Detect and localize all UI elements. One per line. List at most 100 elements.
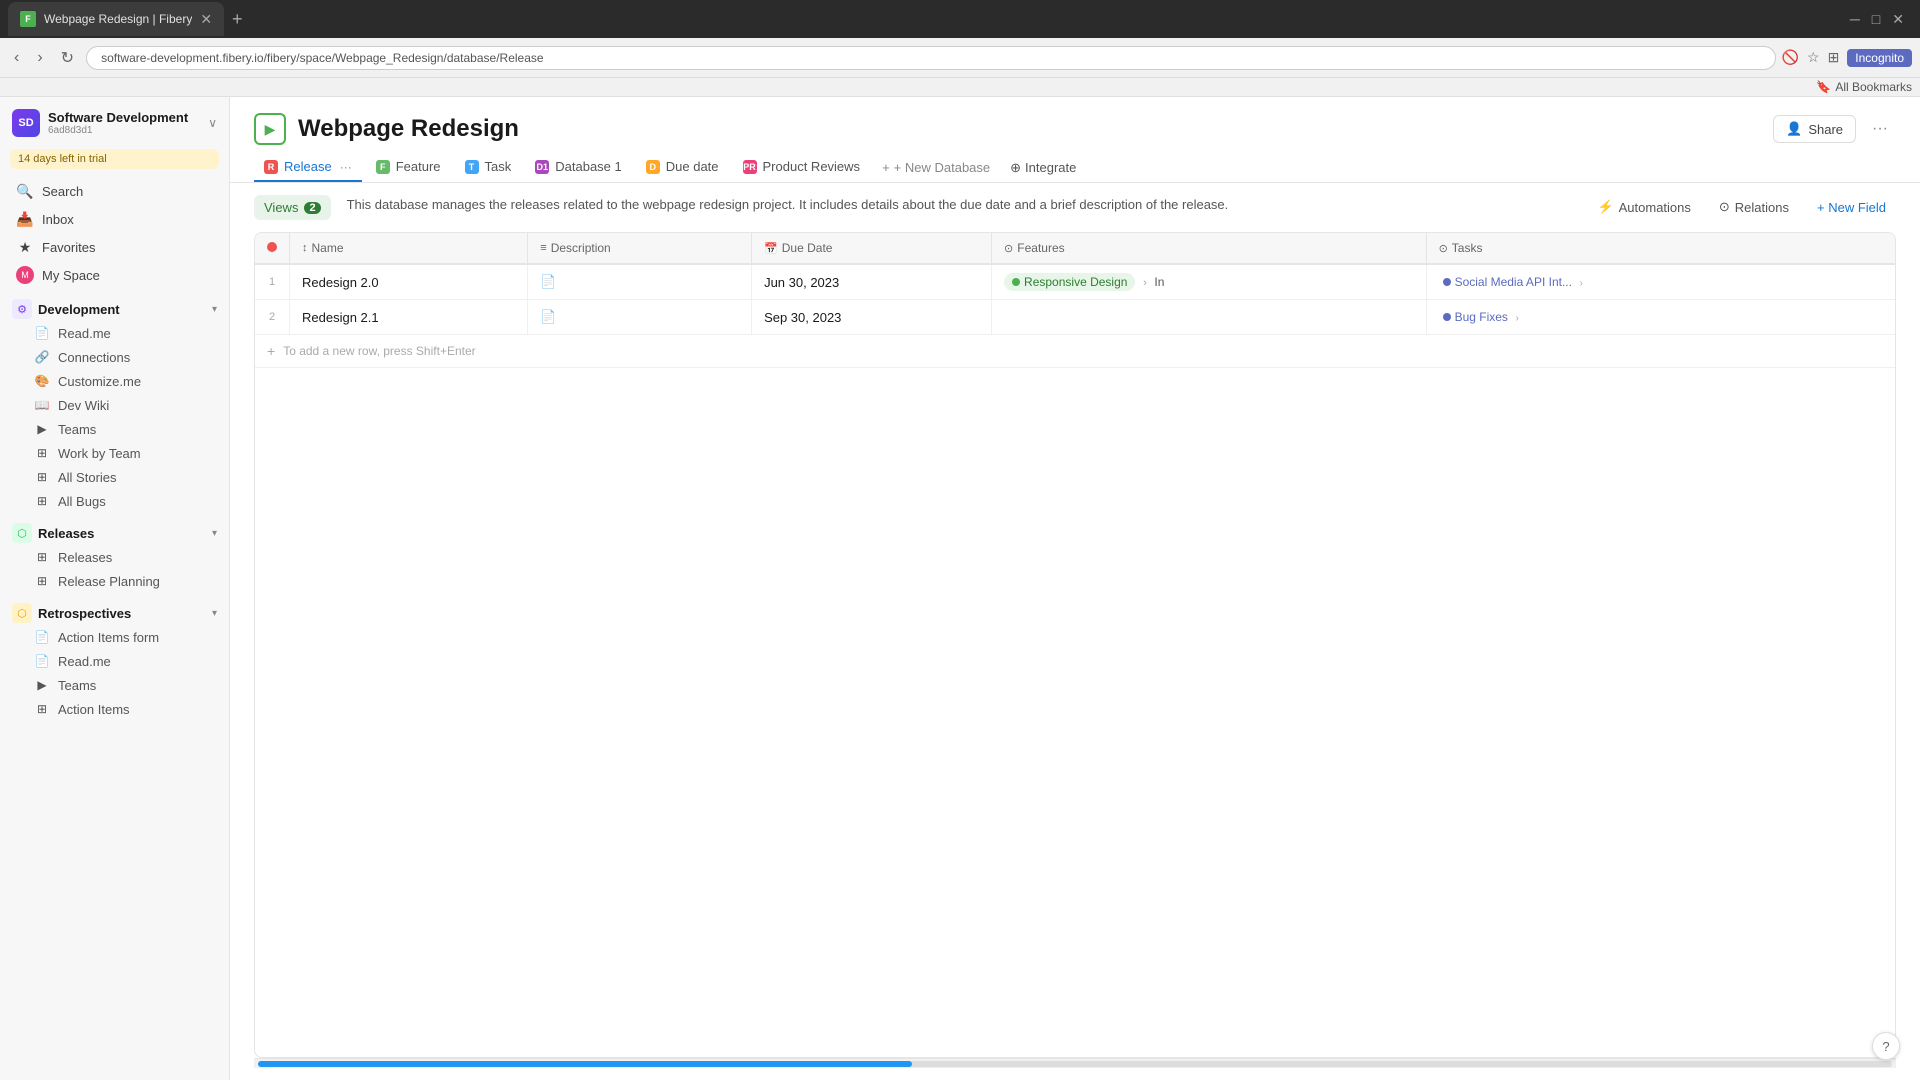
sidebar-item-readme-dev[interactable]: 📄 Read.me bbox=[4, 321, 225, 345]
views-count-badge: 2 bbox=[304, 202, 320, 214]
camera-off-icon[interactable]: 🚫 bbox=[1782, 49, 1799, 66]
tab-database1[interactable]: D1 Database 1 bbox=[525, 153, 632, 182]
row-1-name[interactable]: Redesign 2.0 bbox=[290, 264, 528, 300]
sidebar-item-my-space[interactable]: M My Space bbox=[4, 261, 225, 289]
help-button[interactable]: ? bbox=[1872, 1032, 1900, 1060]
share-icon: 👤 bbox=[1786, 121, 1802, 137]
row-2-tasks[interactable]: Bug Fixes › bbox=[1426, 300, 1895, 335]
task-dot-2 bbox=[1443, 313, 1451, 321]
new-database-button[interactable]: + + New Database bbox=[874, 154, 998, 181]
sidebar-item-work-by-team[interactable]: ⊞ Work by Team bbox=[4, 441, 225, 465]
tab-task[interactable]: T Task bbox=[455, 153, 522, 182]
sidebar-item-connections[interactable]: 🔗 Connections bbox=[4, 345, 225, 369]
close-tab-icon[interactable]: ✕ bbox=[200, 11, 212, 28]
reload-button[interactable]: ↻ bbox=[55, 44, 80, 72]
row-2-num: 2 bbox=[255, 300, 290, 335]
add-row-hint-row[interactable]: + To add a new row, press Shift+Enter bbox=[255, 335, 1895, 368]
workspace-header[interactable]: SD Software Development 6ad8d3d1 ∨ bbox=[0, 97, 229, 145]
db-description: This database manages the releases relat… bbox=[347, 195, 1572, 215]
sidebar-item-teams-retro[interactable]: ▶ Teams bbox=[4, 673, 225, 697]
row-1-features[interactable]: Responsive Design › In bbox=[992, 264, 1427, 300]
workspace-info: Software Development 6ad8d3d1 bbox=[48, 110, 200, 136]
sidebar-item-readme-retro[interactable]: 📄 Read.me bbox=[4, 649, 225, 673]
development-section-icon: ⚙ bbox=[12, 299, 32, 319]
browser-tabs: F Webpage Redesign | Fibery ✕ + ─ □ ✕ bbox=[0, 0, 1920, 38]
forward-button[interactable]: › bbox=[31, 45, 48, 71]
row-1-num: 1 bbox=[255, 264, 290, 300]
close-window-button[interactable]: ✕ bbox=[1892, 11, 1904, 28]
data-table: ↕ Name ≡ Description bbox=[254, 232, 1896, 1058]
section-header-development[interactable]: ⚙ Development ▾ bbox=[0, 293, 229, 321]
horizontal-scrollbar[interactable] bbox=[254, 1058, 1896, 1068]
section-header-releases[interactable]: ⬡ Releases ▾ bbox=[0, 517, 229, 545]
sidebar-item-action-items-form[interactable]: 📄 Action Items form bbox=[4, 625, 225, 649]
add-row-button[interactable]: + To add a new row, press Shift+Enter bbox=[255, 335, 1895, 367]
sidebar-item-all-stories[interactable]: ⊞ All Stories bbox=[4, 465, 225, 489]
customize-icon: 🎨 bbox=[34, 373, 50, 389]
col-features: ⊙ Features bbox=[992, 233, 1427, 264]
tasks-arrow-1[interactable]: › bbox=[1580, 278, 1583, 289]
page-icon-button[interactable]: ▶ bbox=[254, 113, 286, 145]
tab-release[interactable]: R Release ··· bbox=[254, 153, 362, 182]
tab-feature[interactable]: F Feature bbox=[366, 153, 451, 182]
sidebar-item-teams-dev[interactable]: ▶ Teams bbox=[4, 417, 225, 441]
release-tab-dots[interactable]: ··· bbox=[340, 160, 352, 174]
row-2-description[interactable]: 📄 bbox=[528, 300, 752, 335]
scrollbar-thumb[interactable] bbox=[258, 1061, 912, 1067]
all-stories-icon: ⊞ bbox=[34, 469, 50, 485]
header-actions: 👤 Share ··· bbox=[1773, 115, 1896, 143]
responsive-design-tag: Responsive Design bbox=[1004, 273, 1135, 291]
feature-tab-icon: F bbox=[376, 160, 390, 174]
sidebar-item-inbox[interactable]: 📥 Inbox bbox=[4, 205, 225, 233]
tab-product-reviews[interactable]: PR Product Reviews bbox=[733, 153, 871, 182]
release-planning-icon: ⊞ bbox=[34, 573, 50, 589]
new-field-button[interactable]: + New Field bbox=[1807, 196, 1896, 219]
more-options-button[interactable]: ··· bbox=[1864, 115, 1896, 143]
features-arrow[interactable]: › bbox=[1143, 277, 1147, 289]
row-2-desc-icon: 📄 bbox=[540, 309, 556, 324]
incognito-label[interactable]: Incognito bbox=[1847, 49, 1912, 67]
releases-section-label: Releases bbox=[38, 526, 206, 541]
integrate-button[interactable]: ⊕ Integrate bbox=[1002, 154, 1084, 182]
bookmark-icon[interactable]: ☆ bbox=[1807, 49, 1820, 66]
sidebar-item-search[interactable]: 🔍 Search bbox=[4, 177, 225, 205]
col-name: ↕ Name bbox=[290, 233, 528, 264]
section-header-retrospectives[interactable]: ⬡ Retrospectives ▾ bbox=[0, 597, 229, 625]
all-bugs-icon: ⊞ bbox=[34, 493, 50, 509]
readme-dev-icon: 📄 bbox=[34, 325, 50, 341]
browser-chrome: F Webpage Redesign | Fibery ✕ + ─ □ ✕ ‹ … bbox=[0, 0, 1920, 97]
sidebar-item-all-bugs[interactable]: ⊞ All Bugs bbox=[4, 489, 225, 513]
new-tab-button[interactable]: + bbox=[228, 5, 247, 34]
sidebar-item-releases[interactable]: ⊞ Releases bbox=[4, 545, 225, 569]
minimize-button[interactable]: ─ bbox=[1850, 11, 1860, 27]
share-button[interactable]: 👤 Share bbox=[1773, 115, 1856, 143]
sidebar-item-release-planning[interactable]: ⊞ Release Planning bbox=[4, 569, 225, 593]
layout-icon[interactable]: ⊞ bbox=[1828, 49, 1840, 66]
row-1-desc-icon: 📄 bbox=[540, 274, 556, 289]
retrospectives-chevron-icon: ▾ bbox=[212, 608, 217, 619]
my-space-icon: M bbox=[16, 266, 34, 284]
tab-due-date[interactable]: D Due date bbox=[636, 153, 729, 182]
sidebar-item-customize[interactable]: 🎨 Customize.me bbox=[4, 369, 225, 393]
sidebar-item-action-items[interactable]: ⊞ Action Items bbox=[4, 697, 225, 721]
automations-button[interactable]: ⚡ Automations bbox=[1587, 195, 1700, 219]
tasks-arrow-2[interactable]: › bbox=[1516, 313, 1519, 324]
table-row: 1 Redesign 2.0 📄 Jun 30, 2023 Responsive… bbox=[255, 264, 1895, 300]
new-database-plus-icon: + bbox=[882, 160, 890, 175]
sidebar-item-dev-wiki[interactable]: 📖 Dev Wiki bbox=[4, 393, 225, 417]
col-description: ≡ Description bbox=[528, 233, 752, 264]
relations-button[interactable]: ⊙ Relations bbox=[1709, 195, 1799, 219]
maximize-button[interactable]: □ bbox=[1872, 11, 1880, 27]
row-2-name[interactable]: Redesign 2.1 bbox=[290, 300, 528, 335]
row-1-tasks[interactable]: Social Media API Int... › bbox=[1426, 264, 1895, 300]
views-button[interactable]: Views 2 bbox=[254, 195, 331, 220]
sidebar-item-favorites[interactable]: ★ Favorites bbox=[4, 233, 225, 261]
row-1-description[interactable]: 📄 bbox=[528, 264, 752, 300]
address-bar[interactable]: software-development.fibery.io/fibery/sp… bbox=[86, 46, 1776, 70]
automations-icon: ⚡ bbox=[1597, 199, 1613, 215]
back-button[interactable]: ‹ bbox=[8, 45, 25, 71]
page-header: ▶ Webpage Redesign 👤 Share ··· bbox=[230, 97, 1920, 145]
retrospectives-section-icon: ⬡ bbox=[12, 603, 32, 623]
browser-tab-active[interactable]: F Webpage Redesign | Fibery ✕ bbox=[8, 2, 224, 36]
inbox-icon: 📥 bbox=[16, 210, 34, 228]
